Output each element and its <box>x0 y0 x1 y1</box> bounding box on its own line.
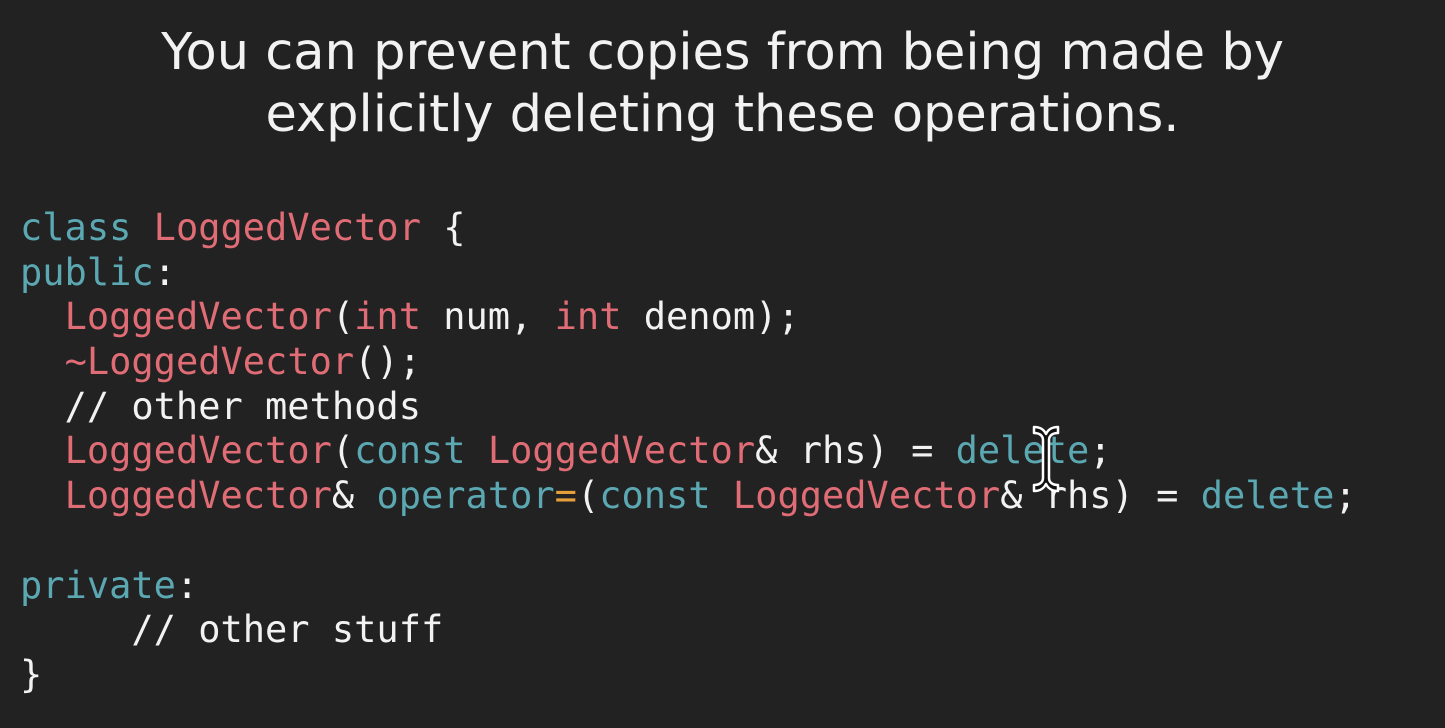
code-token-type-name: LoggedVector <box>732 474 1001 518</box>
code-line: public: <box>20 251 1357 296</box>
code-token-keyword: const <box>599 474 711 518</box>
code-token-text: : <box>175 563 199 607</box>
code-token-keyword: private <box>20 563 176 607</box>
code-token-text: ; <box>1089 429 1112 473</box>
code-token-type-name: LoggedVector <box>153 206 421 249</box>
code-line: private: <box>20 564 1357 609</box>
code-line: ~LoggedVector(); <box>20 340 1357 385</box>
code-token-keyword: const <box>354 429 466 473</box>
code-token-text: } <box>20 652 43 696</box>
code-token-type-name: LoggedVector <box>64 429 332 473</box>
code-token-keyword: operator <box>376 474 555 518</box>
code-token-type-name: LoggedVector <box>487 429 756 473</box>
code-line: class LoggedVector { <box>20 206 1357 251</box>
code-line: LoggedVector(const LoggedVector& rhs) = … <box>20 429 1357 474</box>
code-token-text: { <box>420 206 466 249</box>
slide: You can prevent copies from being made b… <box>0 0 1445 728</box>
code-token-text: num, <box>420 295 555 339</box>
slide-title-line-2: explicitly deleting these operations. <box>265 85 1180 144</box>
code-line: LoggedVector& operator=(const LoggedVect… <box>20 474 1357 519</box>
slide-title-line-1: You can prevent copies from being made b… <box>161 23 1284 82</box>
code-token-text: ( <box>576 474 600 518</box>
code-block: class LoggedVector {public: LoggedVector… <box>20 206 1357 698</box>
code-token-text: (); <box>354 340 421 384</box>
code-token-text: & rhs) = <box>755 429 956 473</box>
code-token-comment: // other methods <box>20 384 421 428</box>
code-token-text: ( <box>331 295 355 339</box>
code-token-type-name: int <box>554 295 622 339</box>
code-token-keyword: class <box>20 206 132 249</box>
code-token-type-name: LoggedVector <box>64 295 332 339</box>
code-line: } <box>20 653 1357 698</box>
code-token-text: ; <box>1334 474 1357 518</box>
code-token-keyword: delete <box>955 429 1090 473</box>
code-line: LoggedVector(int num, int denom); <box>20 295 1357 340</box>
code-token-type-name: LoggedVector <box>64 474 332 518</box>
code-token-comment: // other stuff <box>20 608 444 652</box>
code-token-type-name: ~LoggedVector <box>64 340 355 384</box>
code-token-keyword: delete <box>1200 474 1335 518</box>
code-token-text: : <box>153 250 176 294</box>
code-token-type-name: int <box>354 295 421 339</box>
code-line: // other stuff <box>20 608 1357 653</box>
code-line: // other methods <box>20 385 1357 430</box>
code-token-text: & <box>331 474 377 518</box>
code-token-keyword: public <box>20 250 154 294</box>
text-cursor-ibeam-icon <box>1032 425 1060 493</box>
code-token-operator: = <box>554 474 577 518</box>
code-token-text: ( <box>331 429 355 473</box>
slide-title: You can prevent copies from being made b… <box>0 22 1445 146</box>
code-token-text: denom); <box>621 295 800 339</box>
